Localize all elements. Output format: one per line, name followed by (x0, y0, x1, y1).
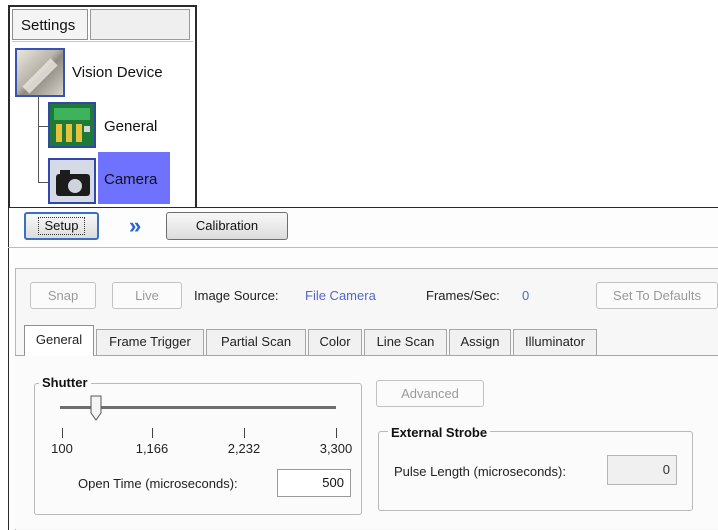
image-source-value[interactable]: File Camera (305, 288, 376, 303)
set-defaults-button[interactable]: Set To Defaults (596, 282, 718, 309)
slider-tick (336, 428, 337, 438)
frames-per-sec-label: Frames/Sec: (426, 288, 500, 303)
slider-tick-label: 1,166 (135, 441, 169, 456)
pulse-length-label: Pulse Length (microseconds): (394, 464, 566, 479)
slider-tick-label: 3,300 (319, 441, 353, 456)
tree-header-divider (12, 41, 193, 42)
slider-tick (152, 428, 153, 438)
frames-per-sec-value: 0 (522, 288, 530, 303)
calibration-button[interactable]: Calibration (166, 212, 288, 240)
tab-color[interactable]: Color (308, 329, 362, 355)
circuit-board-icon[interactable] (48, 102, 96, 148)
snap-button[interactable]: Snap (30, 282, 96, 309)
slider-tick-label: 100 (51, 441, 73, 456)
setup-button-label: Setup (37, 217, 86, 235)
live-button[interactable]: Live (112, 282, 182, 309)
tab-assign[interactable]: Assign (449, 329, 511, 355)
shutter-slider-thumb[interactable] (90, 395, 102, 421)
tab-strip-empty (90, 9, 190, 40)
external-strobe-title: External Strobe (388, 425, 491, 440)
double-chevron-right-icon[interactable]: » (129, 214, 155, 238)
pulse-length-input[interactable]: 0 (607, 455, 677, 485)
slider-tick-label: 2,232 (227, 441, 261, 456)
tab-partial-scan[interactable]: Partial Scan (206, 329, 306, 355)
tree-connector (38, 182, 48, 183)
camera-icon[interactable] (48, 158, 96, 204)
tab-general[interactable]: General (24, 325, 94, 356)
slider-tick (244, 428, 245, 438)
tree-item-vision-device[interactable]: Vision Device (72, 63, 163, 83)
tree-item-camera[interactable]: Camera (104, 170, 157, 190)
tree-connector (38, 97, 39, 183)
tab-frame-trigger[interactable]: Frame Trigger (96, 329, 204, 355)
setup-button[interactable]: Setup (24, 212, 99, 240)
open-time-label: Open Time (microseconds): (78, 476, 238, 491)
tab-illuminator[interactable]: Illuminator (513, 329, 597, 355)
tree-connector (38, 126, 48, 127)
slider-tick (62, 428, 63, 438)
open-time-input[interactable]: 500 (277, 469, 351, 497)
tab-line-scan[interactable]: Line Scan (364, 329, 447, 355)
image-source-label: Image Source: (194, 288, 279, 303)
vision-device-icon[interactable] (15, 48, 65, 97)
advanced-button[interactable]: Advanced (376, 380, 484, 407)
toolbar-divider (8, 247, 718, 248)
settings-tab[interactable]: Settings (12, 9, 88, 40)
tree-item-general[interactable]: General (104, 117, 157, 137)
shutter-group-title: Shutter (39, 375, 91, 390)
